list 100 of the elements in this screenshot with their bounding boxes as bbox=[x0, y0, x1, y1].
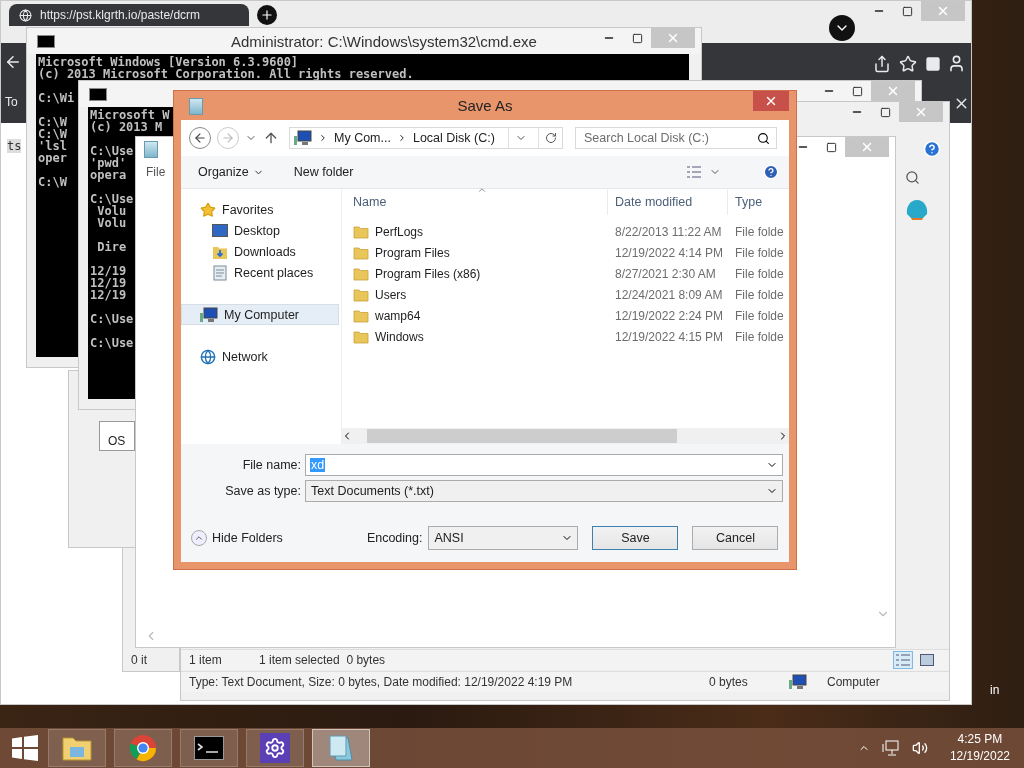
browser-tab[interactable]: https://pst.klgrth.io/paste/dcrm bbox=[9, 4, 249, 26]
close-icon bbox=[936, 4, 950, 18]
search-icon[interactable] bbox=[905, 170, 920, 185]
globe-icon bbox=[19, 8, 32, 22]
encoding-select[interactable]: ANSI bbox=[428, 526, 579, 550]
field-label: Encoding: bbox=[366, 531, 423, 545]
file-row[interactable]: Program Files 12/19/2022 4:14 PM File folde bbox=[346, 242, 789, 263]
breadcrumb[interactable]: Local Disk (C:) bbox=[412, 131, 495, 145]
volume-icon[interactable] bbox=[911, 740, 928, 756]
folder-icon bbox=[353, 287, 369, 302]
type-cell-text: File folde bbox=[734, 224, 785, 239]
file-name: Windows bbox=[375, 329, 424, 344]
console-line: C:\Wi bbox=[38, 92, 75, 104]
type-cell-text: File folde bbox=[734, 266, 785, 281]
file-row[interactable]: PerfLogs 8/22/2013 11:22 AM File folde bbox=[346, 221, 789, 242]
nav-item[interactable]: My Computer bbox=[181, 304, 339, 325]
plus-icon bbox=[260, 8, 274, 22]
console-line: C:\Use bbox=[90, 337, 134, 349]
computer-icon bbox=[789, 674, 807, 690]
field-label: File name: bbox=[241, 458, 301, 472]
nav-item[interactable]: Downloads bbox=[181, 241, 339, 262]
start-button[interactable] bbox=[10, 733, 40, 763]
network-icon[interactable] bbox=[881, 740, 900, 756]
bookmark-text[interactable]: To bbox=[5, 95, 18, 109]
shell-icon bbox=[905, 198, 929, 220]
search-icon bbox=[757, 131, 770, 145]
list-item[interactable]: OS bbox=[108, 434, 134, 448]
folder-icon bbox=[353, 329, 369, 344]
save-button[interactable]: Save bbox=[592, 526, 679, 550]
organize-button[interactable]: Organize bbox=[198, 165, 264, 179]
taskbar-app-button[interactable] bbox=[114, 729, 172, 767]
search-field[interactable]: Search Local Disk (C:) bbox=[575, 127, 777, 149]
maximize-icon bbox=[879, 106, 891, 118]
taskbar-app-button[interactable] bbox=[180, 729, 238, 767]
date-cell-text: 12/19/2022 4:15 PM bbox=[614, 329, 725, 344]
sidebar-icon[interactable] bbox=[925, 56, 941, 72]
help-icon[interactable] bbox=[923, 140, 941, 158]
column-header[interactable]: Date modified bbox=[608, 189, 728, 215]
close-button[interactable] bbox=[753, 91, 789, 111]
profile-icon[interactable] bbox=[947, 54, 966, 73]
sort-caret-icon bbox=[477, 185, 487, 195]
new-folder-button[interactable]: New folder bbox=[293, 165, 354, 179]
menu-item[interactable]: File bbox=[146, 165, 166, 179]
nav-item[interactable]: Recent places bbox=[181, 262, 339, 283]
network-icon bbox=[200, 348, 216, 365]
console-line: C:\W bbox=[38, 116, 67, 128]
breadcrumb[interactable]: My Com... bbox=[334, 131, 391, 145]
file-row[interactable]: Program Files (x86) 8/27/2021 2:30 AM File folde bbox=[346, 263, 789, 284]
tab-search-button[interactable] bbox=[829, 15, 855, 41]
console-line: Volu bbox=[97, 205, 127, 217]
nav-item[interactable]: Network bbox=[181, 346, 339, 367]
file-name: PerfLogs bbox=[375, 224, 424, 239]
address-bar[interactable]: My Com... Local Disk (C:) bbox=[289, 127, 563, 149]
cancel-button[interactable]: Cancel bbox=[692, 526, 779, 550]
caret-icon bbox=[191, 530, 207, 546]
new-tab-button[interactable] bbox=[257, 5, 277, 25]
console-line: (c) 2013 M bbox=[90, 121, 163, 133]
refresh-icon bbox=[544, 132, 557, 144]
file-type-select[interactable]: Text Documents (*.txt) bbox=[305, 480, 783, 502]
nav-label: My Computer bbox=[224, 307, 300, 322]
file-name: Program Files bbox=[375, 245, 450, 260]
hide-folders-button[interactable]: Hide Folders bbox=[191, 530, 283, 546]
file-row[interactable]: Users 12/24/2021 8:09 AM File folde bbox=[346, 284, 789, 305]
back-button[interactable] bbox=[189, 127, 211, 149]
star-icon[interactable] bbox=[899, 55, 917, 73]
console-line: C:\Use bbox=[90, 313, 134, 325]
folder-icon bbox=[353, 266, 369, 281]
status-size: 0 bytes bbox=[709, 675, 749, 689]
share-icon[interactable] bbox=[873, 55, 891, 73]
up-button[interactable] bbox=[263, 130, 279, 146]
status-location: Computer bbox=[827, 675, 880, 689]
file-row[interactable]: wamp64 12/19/2022 2:24 PM File folde bbox=[346, 305, 789, 326]
column-header[interactable]: Type bbox=[728, 189, 790, 215]
file-row[interactable]: Windows 12/19/2022 4:15 PM File folde bbox=[346, 326, 789, 347]
console-line: (c) 2013 Microsoft Corporation. All rights reserved. bbox=[38, 68, 414, 80]
console-line: Microsoft W bbox=[90, 109, 170, 121]
maximize-icon bbox=[901, 5, 913, 17]
file-name: wamp64 bbox=[375, 308, 421, 323]
console-line: C:\Use bbox=[90, 145, 134, 157]
close-icon bbox=[666, 31, 680, 45]
back-icon[interactable] bbox=[4, 53, 22, 71]
status-text: 1 item bbox=[189, 653, 223, 667]
nav-item[interactable]: Desktop bbox=[181, 220, 339, 241]
folder-icon bbox=[62, 735, 92, 761]
clock[interactable]: 4:25 PM 12/19/2022 bbox=[949, 731, 1010, 765]
thumbnail-view-icon[interactable] bbox=[917, 651, 937, 669]
console-line: 12/19 bbox=[90, 265, 127, 277]
taskbar-app-button[interactable] bbox=[48, 729, 106, 767]
console-line: Dire bbox=[96, 241, 127, 253]
help-button[interactable] bbox=[763, 164, 779, 180]
browser-icon bbox=[129, 734, 157, 762]
details-view-icon bbox=[687, 166, 701, 178]
taskbar-app-button[interactable] bbox=[246, 729, 304, 767]
separator-icon bbox=[318, 133, 328, 143]
clock-time: 4:25 PM bbox=[957, 731, 1003, 748]
horizontal-scrollbar[interactable] bbox=[341, 428, 789, 444]
desktop-text: in bbox=[990, 683, 1000, 697]
column-header[interactable]: Name bbox=[346, 189, 608, 215]
nav-item[interactable]: Favorites bbox=[181, 199, 339, 220]
notepad-icon bbox=[144, 141, 158, 158]
